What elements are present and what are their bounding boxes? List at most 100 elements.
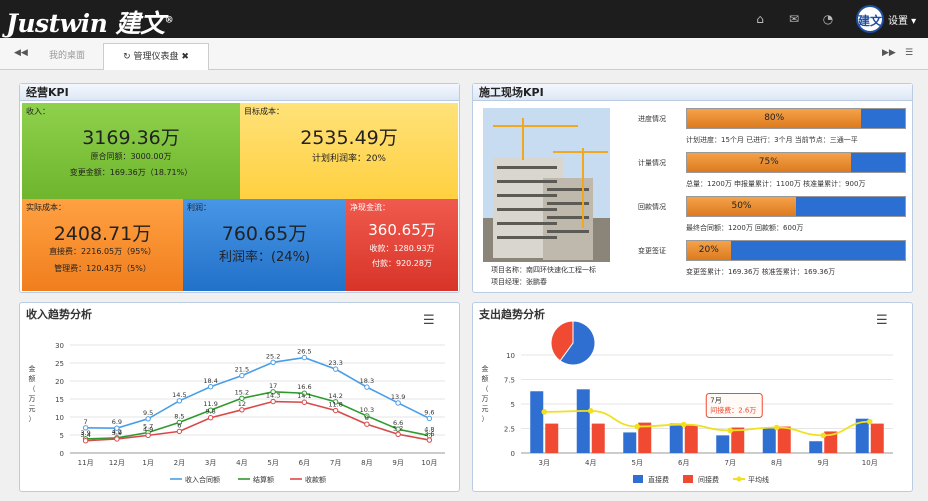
home-icon[interactable]: ⌂ [753,12,767,26]
y-tick-label: 25 [55,360,64,368]
data-label: 16.6 [297,383,311,391]
average-point [820,432,827,439]
x-tick-label: 4月 [236,459,247,467]
bar [623,432,637,453]
progress-label: 变更签证 [638,247,666,255]
y-tick-label: 0 [511,450,515,458]
y-tick-label: 7.5 [504,377,515,385]
y-tick-label: 0 [60,450,64,458]
close-icon[interactable]: ✖ [181,52,189,62]
kpi-actual[interactable]: 实际成本： 2408.71万 直接费：2216.05万（95%） 管理费：120… [22,199,183,291]
bar [809,441,823,453]
bar [777,426,791,453]
progress-bar: 50% [686,196,906,217]
data-point [301,399,308,405]
settings-menu[interactable]: 设置 ▾ [888,12,916,27]
logo: Justwin 建文® [6,9,174,38]
data-label: 6 [177,421,181,429]
bar [669,423,683,453]
chat-icon[interactable]: ✉ [787,12,801,26]
x-tick-label: 5月 [267,459,278,467]
data-point [176,398,183,404]
data-point [426,415,433,422]
tab-my-desktop[interactable]: 我的桌面 [32,43,102,70]
y-tick-label: 2.5 [504,426,515,434]
data-point [145,432,151,439]
data-point [395,400,401,406]
data-label: 6.9 [112,418,122,426]
data-label: 23.3 [328,359,342,367]
progress-bar: 80% [686,108,906,129]
data-point [364,421,370,427]
series-line [85,356,430,429]
y-axis-label: （ [29,385,36,393]
x-tick-label: 9月 [392,459,403,467]
data-label: 9.6 [424,408,434,416]
list-menu-icon[interactable]: ☰ [905,48,913,58]
bar [530,391,544,453]
kpi-panel: 经营KPI 收入： 3169.36万 原合同额：3000.00万 变更金额：16… [19,83,460,293]
data-point [332,407,339,414]
kpi-income[interactable]: 收入： 3169.36万 原合同额：3000.00万 变更金额：169.36万（… [22,103,240,199]
kpi-cash[interactable]: 净现金流： 360.65万 收款：1280.93万 付款：920.28万 [346,199,458,291]
data-label: 11.8 [328,401,342,409]
expense-bar-chart: 02.557.5103月 4月 5月 6月 7月 8月 9月 10月金额（万元）7月间接费：2… [482,320,893,484]
top-bar: Justwin 建文® ⌂ ✉ ◔ 建文 设置 ▾ [0,0,928,38]
y-tick-label: 5 [511,401,515,409]
average-point [773,424,780,431]
x-tick-label: 6月 [678,459,689,467]
project-name: 项目名称：南四环快速化工程一标 [491,266,596,274]
data-point [270,359,276,365]
data-point [332,366,339,372]
y-tick-label: 10 [506,352,515,360]
y-axis-label: 额 [29,374,36,383]
bar [716,435,730,453]
y-axis-label: 万 [482,395,489,403]
income-chart-panel: 收入趋势分析 ☰ 0 5 10 15 20 25 30 11月 12月 1月 2月 3月 4月 5月 6月 7… [19,302,460,492]
site-kpi-title: 施工现场KPI [473,84,912,101]
data-label: 25.2 [266,352,280,360]
progress-fill: 50% [687,197,796,216]
x-tick-label: 8月 [361,459,372,467]
x-tick-label: 8月 [771,459,782,467]
data-label: 14.5 [172,391,186,399]
average-point [587,408,594,414]
progress-label: 计量情况 [638,159,666,167]
data-label: 5.2 [393,424,403,432]
data-point [114,436,120,442]
data-point [82,438,89,444]
y-tick-label: 5 [60,432,64,440]
y-axis-label: 万 [29,395,36,403]
refresh-icon[interactable]: ↻ [123,52,131,62]
tooltip-title: 7月 [710,397,721,405]
scroll-right-icon[interactable]: ▶▶ [882,48,896,58]
avatar[interactable]: 建文 [856,5,884,33]
data-point [207,384,214,390]
data-label: 7 [84,418,88,426]
dashboard-icon[interactable]: ◔ [821,12,835,26]
x-tick-label: 7月 [725,459,736,467]
legend-label: 直接费 [648,475,669,484]
legend-label: 收入合同额 [185,475,220,484]
y-tick-label: 10 [55,414,64,422]
kpi-profit[interactable]: 利润： 760.65万 利润率：(24%) [183,199,346,291]
progress-detail: 变更签累计：169.36万 核准签累计：169.36万 [686,268,836,276]
data-label: 17 [269,382,277,390]
y-axis-label: 金 [482,364,489,373]
y-axis-label: ） [482,415,489,423]
kpi-target[interactable]: 目标成本： 2535.49万 计划利润率：20% [240,103,458,199]
data-label: 14.2 [328,392,342,400]
bar [545,423,559,453]
x-tick-label: 11月 [78,459,94,467]
data-label: 18.3 [360,377,374,385]
data-label: 14.3 [266,392,280,400]
scroll-left-icon[interactable]: ◀◀ [14,48,28,58]
progress-bar: 20% [686,240,906,261]
y-tick-label: 20 [55,378,64,386]
tab-dashboard[interactable]: ↻ 管理仪表盘 ✖ [103,43,209,70]
data-point [395,431,401,437]
data-point [301,354,308,361]
progress-fill: 20% [687,241,731,260]
average-point [541,409,548,415]
data-label: 21.5 [235,366,249,374]
